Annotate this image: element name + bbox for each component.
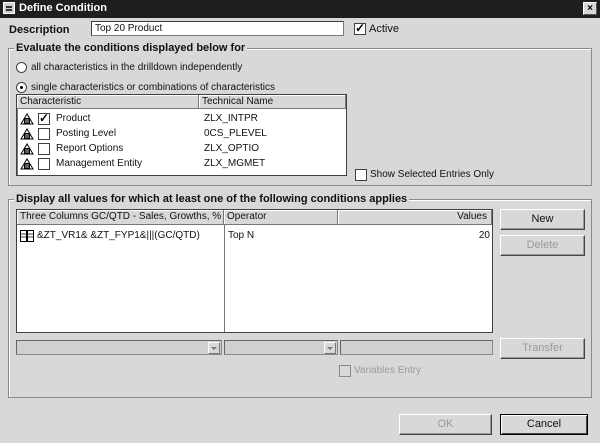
cancel-button[interactable]: Cancel [500,414,588,435]
value-input[interactable] [340,340,493,355]
column-header-structure[interactable]: Three Columns GC/QTD - Sales, Growths, %… [17,210,224,225]
transfer-button[interactable]: Transfer [500,338,585,359]
radio-single-characteristics[interactable] [16,82,27,93]
row-tech-product: ZLX_INTPR [204,113,258,124]
characteristic-grid: Characteristic Technical Name Product ZL… [16,94,347,176]
variables-entry-checkbox[interactable] [339,365,351,377]
condition-value: 20 [478,230,490,241]
characteristic-icon [20,158,34,170]
column-divider [224,225,225,332]
characteristic-icon [20,113,34,125]
column-header-operator[interactable]: Operator [224,210,338,225]
ok-button[interactable]: OK [399,414,492,435]
characteristic-rows: Product ZLX_INTPR Posting Level 0CS_PLEV… [17,109,346,175]
row-tech-posting-level: 0CS_PLEVEL [204,128,267,139]
row-name-posting-level: Posting Level [56,128,117,139]
chevron-down-icon[interactable] [324,342,336,354]
row-checkbox-report-options[interactable] [38,143,50,155]
operator-combo[interactable] [224,340,338,355]
structure-icon [20,230,34,242]
radio-single-label: single characteristics or combinations o… [31,82,275,93]
variables-entry-label: Variables Entry [354,365,422,376]
display-group-title: Display all values for which at least on… [14,193,410,205]
row-checkbox-management-entity[interactable] [38,158,50,170]
window-icon [3,2,15,14]
row-tech-report-options: ZLX_OPTIO [204,143,260,154]
column-header-technical-name[interactable]: Technical Name [199,95,346,109]
new-button[interactable]: New [500,209,585,230]
row-tech-management-entity: ZLX_MGMET [204,158,266,169]
active-label: Active [369,23,399,35]
active-checkbox[interactable] [354,21,366,35]
radio-all-characteristics[interactable] [16,62,27,73]
column-header-characteristic[interactable]: Characteristic [17,95,199,109]
row-name-product: Product [56,113,91,124]
description-input[interactable]: Top 20 Product [91,21,344,36]
conditions-grid: Three Columns GC/QTD - Sales, Growths, %… [16,209,493,333]
description-label: Description [9,24,70,36]
chevron-down-icon[interactable] [208,342,220,354]
title-bar: Define Condition × [0,0,600,18]
row-checkbox-product[interactable] [38,111,50,125]
close-button[interactable]: × [583,2,597,15]
evaluate-group-title: Evaluate the conditions displayed below … [14,42,248,54]
condition-operator: Top N [228,230,255,241]
structure-combo[interactable] [16,340,222,355]
window-title: Define Condition [19,2,107,14]
condition-structure: &ZT_VR1& &ZT_FYP1&|||(GC/QTD) [37,230,200,241]
row-name-report-options: Report Options [56,143,124,154]
show-selected-checkbox[interactable] [355,169,367,181]
description-value: Top 20 Product [95,23,163,34]
show-selected-label: Show Selected Entries Only [370,169,494,180]
delete-button[interactable]: Delete [500,235,585,256]
characteristic-icon [20,143,34,155]
row-name-management-entity: Management Entity [56,158,143,169]
column-header-values[interactable]: Values [338,210,492,225]
characteristic-icon [20,128,34,140]
row-checkbox-posting-level[interactable] [38,128,50,140]
radio-all-label: all characteristics in the drilldown ind… [31,62,243,73]
